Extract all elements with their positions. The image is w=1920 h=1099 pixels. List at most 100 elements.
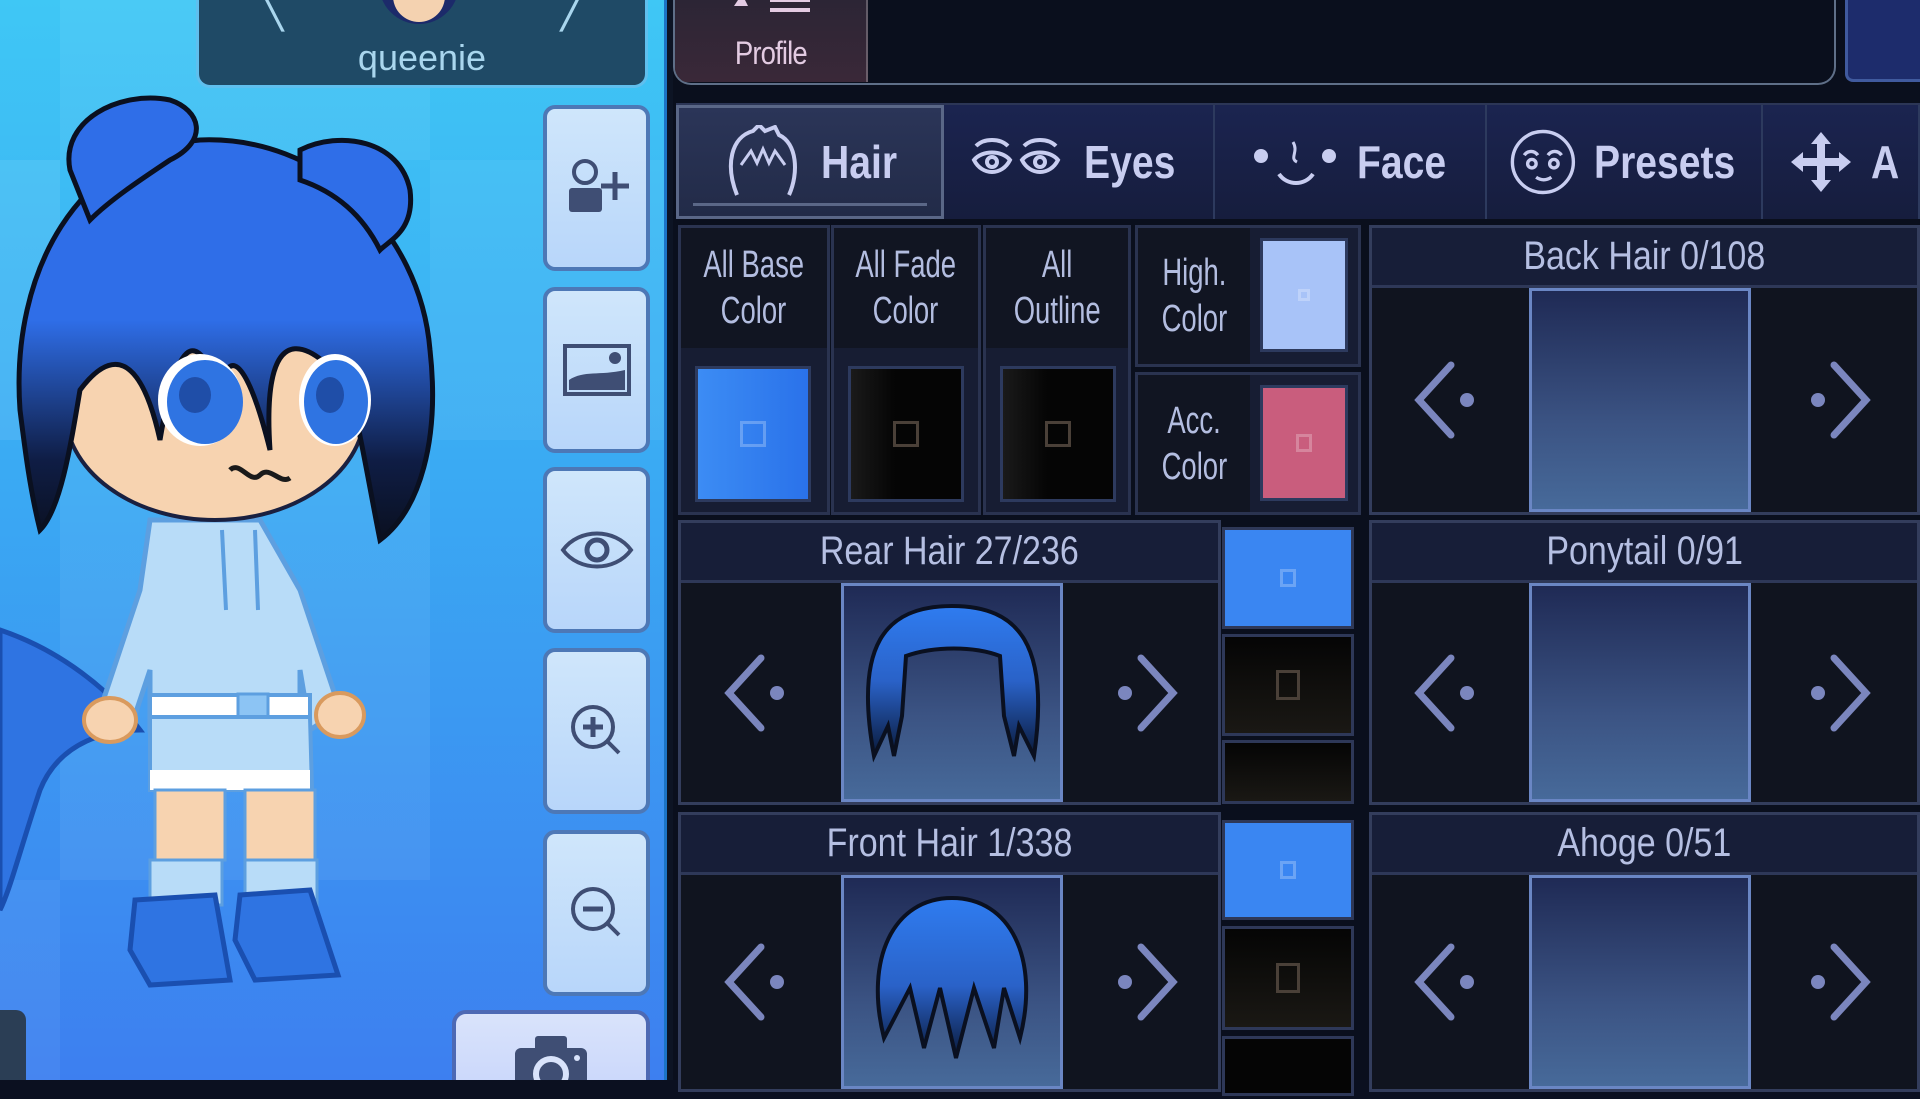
ahoge-prev-button[interactable] [1372,875,1529,1089]
front-hair-selector: Front Hair 1/338 [678,812,1221,1092]
selector-title: Front Hair 1/338 [681,815,1218,875]
all-fade-color-swatch[interactable] [848,366,964,502]
rear-hair-fade-color[interactable] [1222,634,1354,736]
back-hair-next-button[interactable] [1751,288,1917,512]
ponytail-next-button[interactable] [1751,583,1917,802]
highlight-color-control[interactable]: High. Color [1135,225,1361,367]
subtab-face[interactable]: Face [1215,105,1487,219]
panel-divider [664,0,673,1080]
move-arrows-icon [1790,132,1851,192]
back-hair-prev-button[interactable] [1372,288,1529,512]
character-nameplate[interactable]: ╲ ╱ queenie [196,0,648,88]
accessory-color-swatch[interactable] [1260,385,1348,501]
front-hair-fade-color[interactable] [1222,926,1354,1030]
all-base-color-swatch[interactable] [695,366,811,502]
add-character-button[interactable] [543,105,650,271]
subtab-label: Eyes [1083,136,1176,188]
chevron-left-icon [724,654,784,731]
selector-title: Ahoge 0/51 [1372,815,1917,875]
selector-title: Back Hair 0/108 [1372,228,1917,288]
next-character-icon[interactable]: ╱ [561,0,585,32]
front-hair-thumbnail [875,895,1029,1059]
all-outline-color-control[interactable]: All Outline [983,225,1131,515]
subtab-label: A [1870,136,1899,188]
front-hair-next-button[interactable] [1063,875,1218,1089]
control-label: All Base Color [681,228,827,348]
rear-hair-base-color[interactable] [1222,527,1354,629]
zoom-in-button[interactable] [543,648,650,814]
ahoge-preview[interactable] [1529,875,1751,1089]
front-hair-prev-button[interactable] [681,875,841,1089]
leg [243,788,317,862]
subtab-presets[interactable]: Presets [1486,105,1763,219]
front-hair-outline-color[interactable] [1222,1036,1354,1096]
camera-button[interactable] [452,1010,650,1080]
ahoge-selector: Ahoge 0/51 [1369,812,1920,1092]
rear-hair-outline-color[interactable] [1222,740,1354,804]
background-button[interactable] [543,287,650,453]
all-fade-color-control[interactable]: All Fade Color [831,225,981,515]
hand [82,696,138,744]
rear-hair-thumbnail [865,603,1041,763]
belt [148,693,312,719]
toggle-visibility-button[interactable] [543,467,650,633]
nav-tab-profile[interactable]: Profile [675,0,868,82]
front-hair-preview[interactable] [841,875,1063,1089]
extra-nav-button[interactable] [1845,0,1920,82]
control-label: All Outline [986,228,1128,348]
eyes-icon [971,138,1061,174]
left-edge-button[interactable] [0,1010,26,1080]
chevron-right-icon [1117,943,1178,1021]
prev-character-icon[interactable]: ╲ [259,0,283,32]
subtab-label: Hair [821,136,898,188]
ponytail-preview[interactable] [1529,583,1751,802]
camera-icon [515,1036,587,1080]
ahoge-next-button[interactable] [1751,875,1917,1089]
image-icon [562,344,631,396]
rear-hair-preview[interactable] [841,583,1063,802]
rear-hair-selector: Rear Hair 27/236 [678,520,1221,805]
character-canvas[interactable]: ╲ ╱ queenie [0,0,664,1080]
chevron-right-icon [1811,943,1871,1021]
rear-hair-prev-button[interactable] [681,583,841,802]
chevron-right-icon [1811,654,1871,731]
face-parts-icon [1254,141,1337,185]
leg [153,788,227,862]
back-hair-selector: Back Hair 0/108 [1369,225,1920,515]
all-outline-color-swatch[interactable] [1000,366,1116,502]
accessory-color-control[interactable]: Acc. Color [1135,372,1361,515]
control-label: Acc. Color [1138,375,1250,512]
rear-hair-next-button[interactable] [1063,583,1218,802]
control-label: All Fade Color [834,228,978,348]
ponytail-selector: Ponytail 0/91 [1369,520,1920,805]
character-figure[interactable] [0,90,460,1000]
hand [314,691,366,739]
chevron-left-icon [1413,654,1474,731]
chevron-left-icon [1413,361,1474,439]
zoom-in-icon [570,705,620,755]
all-base-color-control[interactable]: All Base Color [678,225,830,515]
shorts-trim [150,770,310,790]
chevron-right-icon [1811,361,1871,439]
ponytail-prev-button[interactable] [1372,583,1529,802]
chevron-left-icon [724,943,784,1021]
front-hair-base-color[interactable] [1222,820,1354,920]
highlight-color-swatch[interactable] [1260,238,1348,352]
belt-buckle [236,692,270,720]
category-nav: Presets Body Head Clothes Other Profile [673,0,1836,85]
subtab-hair[interactable]: Hair [676,105,944,219]
hair-subtabs: Hair Eyes Face Presets A [676,103,1920,219]
selector-title: Rear Hair 27/236 [681,523,1218,583]
subtab-label: Presets [1594,136,1736,188]
eye-icon [560,531,633,569]
selector-title: Ponytail 0/91 [1372,523,1917,583]
pupil-right [316,377,344,413]
back-hair-preview[interactable] [1529,288,1751,512]
character-avatar [379,0,459,24]
character-name: queenie [357,37,487,78]
control-label: High. Color [1138,228,1250,364]
subtab-eyes[interactable]: Eyes [943,105,1216,219]
zoom-out-button[interactable] [543,830,650,996]
nav-tab-label: Profile [734,35,807,71]
subtab-arrange[interactable]: A [1762,105,1920,219]
